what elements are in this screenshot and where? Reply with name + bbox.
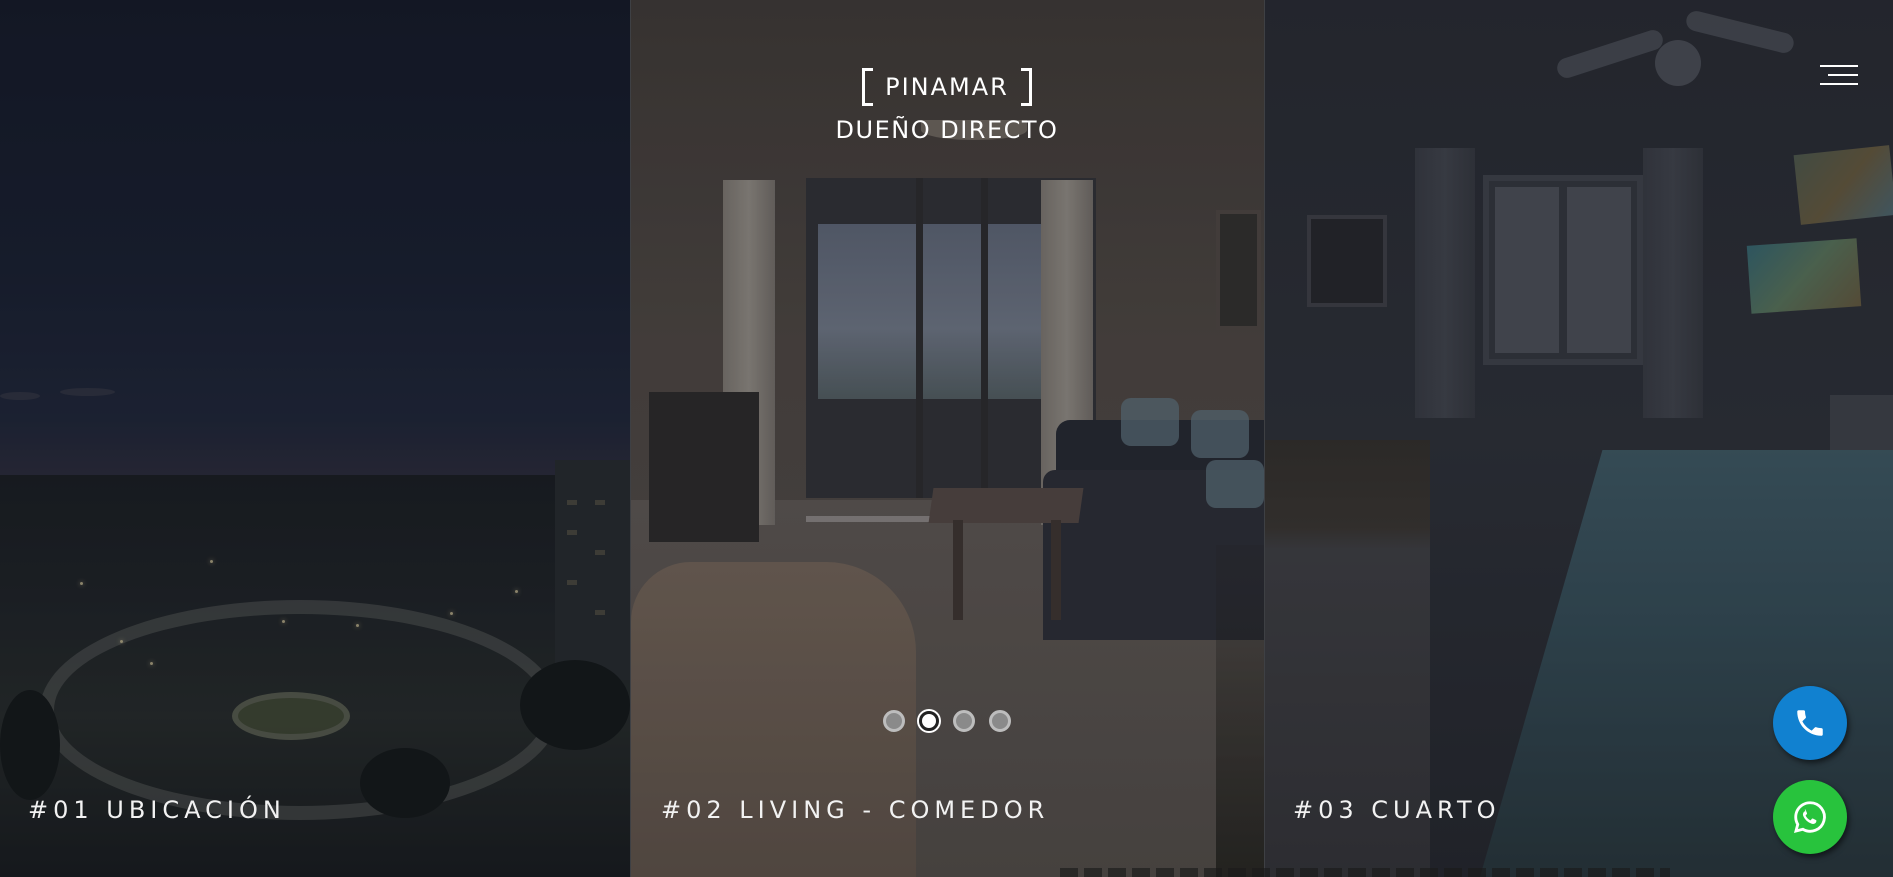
- brand-subtitle: DUEÑO DIRECTO: [835, 116, 1059, 144]
- caption-living-comedor[interactable]: #02 LIVING - COMEDOR: [661, 796, 1049, 824]
- street-light: [515, 590, 518, 593]
- brand-logo[interactable]: PINAMAR DUEÑO DIRECTO: [831, 68, 1063, 144]
- street-light: [282, 620, 285, 623]
- street-light: [356, 624, 359, 627]
- slider-pagination: [883, 710, 1011, 732]
- panel-ubicacion[interactable]: [0, 0, 631, 877]
- cloud: [60, 388, 115, 396]
- bracket-right-icon: [1020, 68, 1032, 106]
- ceiling-fan: [1554, 0, 1796, 100]
- bracket-left-icon: [862, 68, 874, 106]
- slider-dot-1[interactable]: [883, 710, 905, 732]
- caption-ubicacion[interactable]: #01 UBICACIÓN: [28, 796, 286, 824]
- bedroom-window: [1483, 175, 1643, 365]
- wall-map-picture: [1793, 145, 1893, 225]
- wall-picture: [1307, 215, 1387, 307]
- street-light: [450, 612, 453, 615]
- brand-top-row: PINAMAR: [862, 68, 1032, 106]
- phone-icon: [1797, 710, 1823, 736]
- whatsapp-button[interactable]: [1773, 780, 1847, 854]
- bottom-cropped-text: [1060, 868, 1670, 877]
- roundabout: [232, 692, 350, 740]
- call-button[interactable]: [1773, 686, 1847, 760]
- slider-dot-3[interactable]: [953, 710, 975, 732]
- curtain: [1415, 148, 1475, 418]
- slider-dot-4[interactable]: [989, 710, 1011, 732]
- cloud: [0, 392, 40, 400]
- wall-map-picture: [1746, 238, 1862, 314]
- tree: [360, 748, 450, 818]
- street-light: [80, 582, 83, 585]
- slider-dot-2-active[interactable]: [919, 711, 939, 731]
- tree: [0, 690, 60, 800]
- brand-name: PINAMAR: [885, 73, 1009, 101]
- whatsapp-icon: [1793, 801, 1826, 834]
- caption-cuarto[interactable]: #03 CUARTO: [1293, 796, 1501, 824]
- street-light: [120, 640, 123, 643]
- hamburger-menu-icon[interactable]: [1820, 64, 1860, 88]
- curtain: [1643, 148, 1703, 418]
- street-light: [210, 560, 213, 563]
- nightstand: [1830, 395, 1893, 455]
- building-tower: [555, 460, 630, 680]
- tree: [520, 660, 630, 750]
- street-light: [150, 662, 153, 665]
